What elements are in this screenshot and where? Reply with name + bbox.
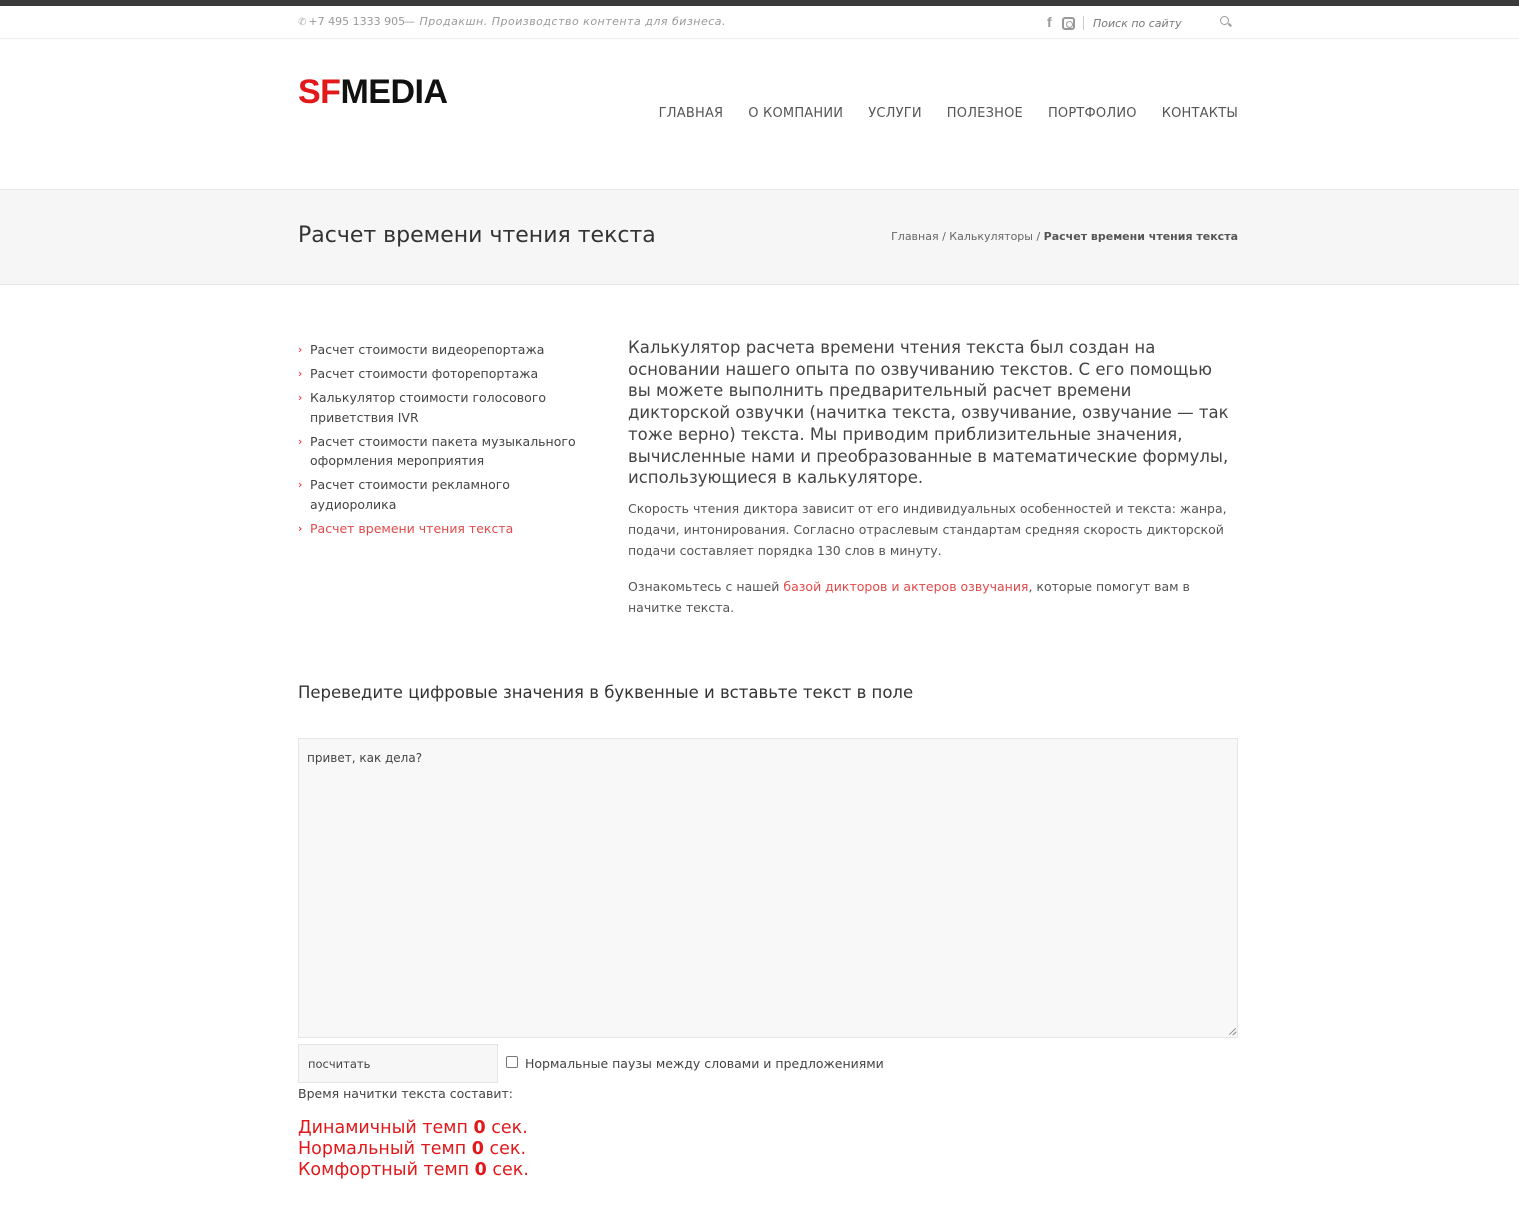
text: Ознакомьтесь с нашей	[628, 578, 784, 594]
chevron-right-icon: ›	[298, 521, 303, 535]
sidebar-item-ivr: › Калькулятор стоимости голосового привет…	[298, 388, 578, 427]
nav-home[interactable]: ГЛАВНАЯ	[659, 106, 724, 121]
logo[interactable]: SFMEDIA	[298, 72, 448, 112]
result-unit: сек.	[483, 1139, 527, 1159]
divider	[1083, 16, 1084, 30]
chevron-right-icon: ›	[298, 391, 303, 404]
search-icon[interactable]	[1220, 16, 1229, 25]
sidebar-item-reading-time: › Расчет времени чтения текста	[298, 519, 578, 539]
pause-checkbox[interactable]	[506, 1056, 518, 1068]
facebook-icon[interactable]: f	[1047, 14, 1052, 30]
sidebar-item-photo-report: › Расчет стоимости фоторепортажа	[298, 364, 578, 384]
chevron-right-icon: ›	[298, 434, 303, 448]
sidebar-item-link[interactable]: Калькулятор стоимости голосового приветс…	[310, 390, 546, 425]
topbar: ✆ +7 495 1333 905 — Продакшн. Производств…	[0, 6, 1519, 39]
breadcrumb-current: Расчет времени чтения текста	[1043, 230, 1238, 243]
intro-paragraph: Скорость чтения диктора зависит от его и…	[628, 500, 1227, 558]
breadcrumb: Главная / Калькуляторы / Расчет времени …	[891, 230, 1238, 243]
phone-number[interactable]: ✆ +7 495 1333 905	[298, 15, 405, 28]
page-title: Расчет времени чтения текста	[298, 223, 656, 248]
results: Динамичный темп 0 сек. Нормальный темп 0…	[298, 1118, 529, 1181]
sidebar-item-link[interactable]: Расчет времени чтения текста	[310, 521, 513, 536]
intro-paragraph-link: Ознакомьтесь с нашей базой дикторов и ак…	[628, 576, 1238, 618]
nav-contacts[interactable]: КОНТАКТЫ	[1162, 106, 1238, 121]
chevron-right-icon: ›	[298, 478, 303, 491]
nav-services[interactable]: УСЛУГИ	[868, 106, 922, 121]
result-dynamic: Динамичный темп 0 сек.	[298, 1118, 529, 1139]
result-normal: Нормальный темп 0 сек.	[298, 1139, 529, 1160]
phone-text: +7 495 1333 905	[308, 15, 406, 28]
sidebar-item-audio-ad: › Расчет стоимости рекламного аудиоролика	[298, 475, 578, 514]
result-label: Нормальный темп	[298, 1139, 472, 1159]
result-label: Комфортный темп	[298, 1160, 475, 1180]
result-unit: сек.	[485, 1118, 528, 1138]
sidebar-item-link[interactable]: Расчет стоимости рекламного аудиоролика	[310, 477, 510, 512]
sidebar-item-link[interactable]: Расчет стоимости фоторепортажа	[310, 366, 538, 381]
result-value: 0	[474, 1160, 487, 1180]
breadcrumb-separator: /	[1032, 230, 1044, 243]
result-unit: сек.	[486, 1160, 529, 1180]
text-input-area[interactable]: привет, как дела?	[298, 738, 1238, 1038]
search-input[interactable]	[1093, 14, 1233, 32]
logo-media: MEDIA	[340, 73, 448, 111]
nav-portfolio[interactable]: ПОРТФОЛИО	[1048, 106, 1137, 121]
chevron-right-icon: ›	[298, 367, 303, 380]
logo-sf: SF	[298, 73, 341, 111]
intro-lead: Калькулятор расчета времени чтения текст…	[628, 338, 1229, 488]
resize-grip-icon[interactable]	[1228, 1027, 1236, 1035]
nav-useful[interactable]: ПОЛЕЗНОЕ	[947, 106, 1023, 121]
intro-section: Калькулятор расчета времени чтения текст…	[628, 337, 1238, 618]
calculate-button[interactable]: посчитать	[298, 1044, 498, 1083]
phone-icon: ✆	[298, 17, 307, 28]
sidebar-menu: › Расчет стоимости видеорепортажа › Расчет…	[298, 340, 578, 543]
sidebar-item-link[interactable]: Расчет стоимости пакета музыкального офо…	[310, 434, 576, 469]
chevron-right-icon: ›	[298, 343, 303, 356]
result-value: 0	[471, 1139, 484, 1159]
pause-checkbox-label[interactable]: Нормальные паузы между словами и предлож…	[525, 1056, 884, 1071]
calculator-heading: Переведите цифровые значения в буквенные…	[298, 683, 914, 702]
reading-time-label: Время начитки текста составит:	[298, 1086, 514, 1101]
nav-about[interactable]: О КОМПАНИИ	[748, 106, 843, 121]
title-band: Расчет времени чтения текста Главная / К…	[0, 190, 1519, 285]
voice-actors-link[interactable]: базой дикторов и актеров озвучания	[783, 579, 1028, 594]
instagram-icon[interactable]	[1062, 17, 1075, 30]
breadcrumb-home[interactable]: Главная	[891, 230, 939, 243]
result-label: Динамичный темп	[298, 1118, 474, 1138]
result-value: 0	[473, 1118, 486, 1138]
result-comfortable: Комфортный темп 0 сек.	[298, 1160, 529, 1181]
site-header: SFMEDIA ГЛАВНАЯ О КОМПАНИИ УСЛУГИ ПОЛЕЗН…	[0, 40, 1519, 190]
sidebar-item-music-package: › Расчет стоимости пакета музыкального оф…	[298, 432, 578, 471]
main-nav: ГЛАВНАЯ О КОМПАНИИ УСЛУГИ ПОЛЕЗНОЕ ПОРТФ…	[659, 106, 1238, 121]
sidebar-item-link[interactable]: Расчет стоимости видеорепортажа	[310, 342, 544, 357]
sidebar-item-video-report: › Расчет стоимости видеорепортажа	[298, 340, 578, 360]
breadcrumb-calculators[interactable]: Калькуляторы	[949, 230, 1033, 243]
tagline: — Продакшн. Производство контента для би…	[404, 15, 727, 28]
breadcrumb-separator: /	[938, 230, 950, 243]
